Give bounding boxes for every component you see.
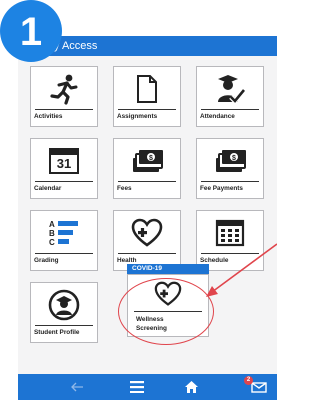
- tile-label: Grading: [34, 257, 59, 264]
- tile-label: Activities: [34, 113, 63, 120]
- tile-grading[interactable]: A B C Grading: [30, 210, 98, 271]
- tile-label: Fee Payments: [200, 185, 243, 192]
- svg-text:$: $: [149, 155, 153, 162]
- tile-student-profile[interactable]: Student Profile: [30, 282, 98, 343]
- running-person-icon: [31, 72, 97, 106]
- tile-activities[interactable]: Activities: [30, 66, 98, 127]
- annotation-arrow: [206, 243, 277, 297]
- calendar-icon: 31: [31, 144, 97, 178]
- tile-fee-payments[interactable]: $ Fee Payments: [196, 138, 264, 199]
- grade-letter: A: [49, 220, 55, 229]
- covid-section-header: COVID-19: [127, 264, 209, 274]
- tile-fees[interactable]: $ Fees: [113, 138, 181, 199]
- mail-badge: 2: [244, 376, 253, 385]
- mail-icon[interactable]: 2: [244, 374, 274, 400]
- svg-text:$: $: [232, 155, 236, 162]
- grade-letter: C: [49, 238, 55, 247]
- grades-list-icon: A B C: [31, 216, 97, 250]
- tile-label: Fees: [117, 185, 132, 192]
- money-stack-icon: $: [114, 144, 180, 178]
- tile-label: Assignments: [117, 113, 158, 120]
- step-badge: 1: [0, 0, 62, 62]
- heart-plus-icon: [114, 216, 180, 250]
- home-icon[interactable]: [176, 374, 206, 400]
- menu-icon[interactable]: [122, 374, 152, 400]
- calendar-day-text: 31: [56, 156, 72, 171]
- tile-label: Attendance: [200, 113, 235, 120]
- tile-health[interactable]: Health: [113, 210, 181, 271]
- tile-label: Health: [117, 257, 137, 264]
- money-stack-icon: $: [197, 144, 263, 178]
- document-icon: [114, 72, 180, 106]
- tile-label: Calendar: [34, 185, 62, 192]
- bottom-nav-bar: 2: [18, 374, 277, 400]
- tile-calendar[interactable]: 31 Calendar: [30, 138, 98, 199]
- student-avatar-icon: [31, 288, 97, 322]
- back-arrow-icon[interactable]: [62, 374, 92, 400]
- teacher-check-icon: [197, 72, 263, 106]
- tile-assignments[interactable]: Assignments: [113, 66, 181, 127]
- grade-letter: B: [49, 229, 55, 238]
- tile-attendance[interactable]: Attendance: [196, 66, 264, 127]
- tile-label: Student Profile: [34, 329, 80, 336]
